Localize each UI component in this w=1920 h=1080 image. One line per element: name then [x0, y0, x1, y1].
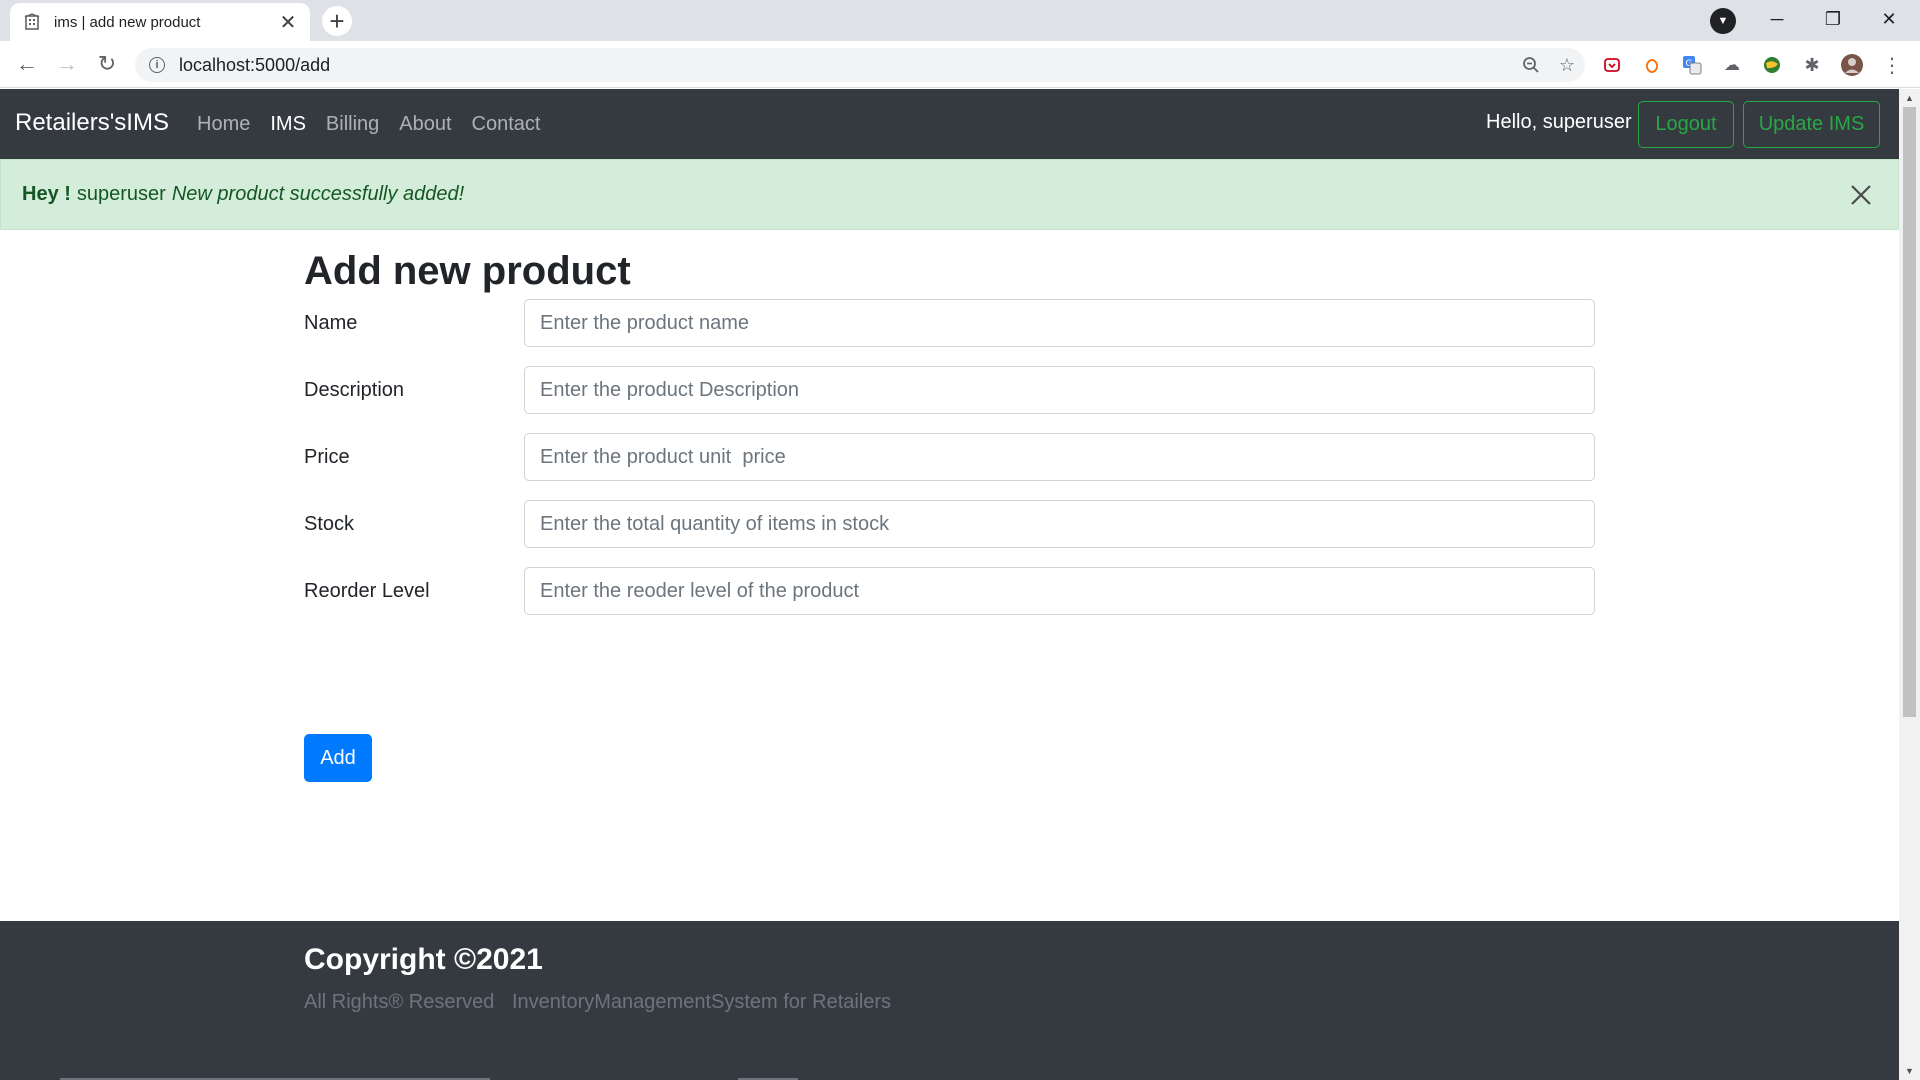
- navbar-brand[interactable]: Retailers'sIMS: [15, 109, 169, 137]
- nav-link-billing[interactable]: Billing: [326, 113, 379, 136]
- close-icon[interactable]: [1846, 180, 1876, 210]
- form-row-stock: Stock: [304, 500, 1595, 548]
- reload-icon[interactable]: ↻: [92, 49, 122, 79]
- page-viewport: Retailers'sIMS Home IMS Billing About Co…: [0, 89, 1899, 1080]
- reorder-level-field[interactable]: [524, 567, 1595, 615]
- page-title: Add new product: [304, 249, 631, 293]
- restore-button[interactable]: ❐: [1810, 4, 1856, 34]
- tab-close-icon[interactable]: ✕: [278, 10, 298, 35]
- pocket-extension-icon[interactable]: [1600, 53, 1624, 77]
- arrow-left-icon[interactable]: ←: [12, 49, 42, 79]
- kebab-menu-icon[interactable]: ⋮: [1880, 53, 1904, 77]
- new-tab-button[interactable]: +: [322, 6, 352, 36]
- alert-hey: Hey !: [22, 183, 71, 205]
- building-icon: [22, 12, 42, 32]
- globe-extension-icon[interactable]: [1760, 53, 1784, 77]
- scroll-down-arrow-icon[interactable]: ▼: [1903, 1064, 1916, 1078]
- browser-tab[interactable]: ims | add new product ✕: [10, 3, 310, 41]
- tab-title: ims | add new product: [54, 13, 201, 31]
- footer-copyright: Copyright ©2021: [304, 943, 543, 976]
- price-label: Price: [304, 446, 350, 468]
- info-icon[interactable]: i: [149, 57, 165, 73]
- nav-link-ims[interactable]: IMS: [270, 113, 306, 136]
- scroll-up-arrow-icon[interactable]: ▲: [1903, 91, 1916, 105]
- nav-link-home[interactable]: Home: [197, 113, 250, 136]
- arrow-right-icon[interactable]: →: [52, 49, 82, 79]
- honey-extension-icon[interactable]: [1640, 53, 1664, 77]
- form-container: Add new product Name Description Price S…: [304, 249, 1595, 782]
- scrollbar-thumb[interactable]: [1903, 107, 1916, 717]
- name-label: Name: [304, 312, 358, 334]
- chevron-down-icon[interactable]: ▼: [1710, 8, 1736, 34]
- logout-button[interactable]: Logout: [1638, 101, 1734, 148]
- alert-user: superuser: [76, 183, 166, 205]
- puzzle-icon[interactable]: ✱: [1800, 53, 1824, 77]
- success-alert: Hey ! superuser New product successfully…: [0, 159, 1899, 230]
- footer-tagline: InventoryManagementSystem for Retailers: [512, 991, 892, 1013]
- user-greeting: Hello, superuser: [1486, 111, 1632, 133]
- minimize-button[interactable]: ─: [1754, 4, 1800, 34]
- stock-label: Stock: [304, 513, 355, 535]
- site-navbar: Retailers'sIMS Home IMS Billing About Co…: [0, 89, 1899, 159]
- footer-rights: All Rights® Reserved: [304, 991, 495, 1013]
- nav-links: Home IMS Billing About Contact: [197, 113, 560, 136]
- address-bar[interactable]: i localhost:5000/add ☆: [135, 48, 1585, 82]
- site-footer: Copyright ©2021 All Rights® Reserved Inv…: [0, 921, 1899, 1080]
- name-field[interactable]: [524, 299, 1595, 347]
- browser-toolbar: ← → ↻ i localhost:5000/add ☆ G ☁ ✱ ⋮: [0, 41, 1920, 88]
- zoom-icon[interactable]: [1513, 48, 1549, 82]
- translate-extension-icon[interactable]: G: [1680, 53, 1704, 77]
- nav-link-about[interactable]: About: [399, 113, 451, 136]
- browser-tabstrip: ims | add new product ✕ + ▼ ─ ❐ ✕: [0, 0, 1920, 41]
- close-window-button[interactable]: ✕: [1866, 4, 1912, 34]
- form-row-name: Name: [304, 299, 1595, 347]
- add-button[interactable]: Add: [304, 734, 372, 782]
- update-ims-button[interactable]: Update IMS: [1743, 101, 1880, 148]
- url-text[interactable]: localhost:5000/add: [179, 55, 1513, 76]
- nav-link-contact[interactable]: Contact: [472, 113, 541, 136]
- alert-message: New product successfully added!: [171, 183, 465, 205]
- avatar[interactable]: [1840, 53, 1864, 77]
- stock-field[interactable]: [524, 500, 1595, 548]
- description-field[interactable]: [524, 366, 1595, 414]
- reorder-level-label: Reorder Level: [304, 580, 430, 602]
- page-scrollbar[interactable]: ▲ ▼: [1899, 89, 1920, 1080]
- star-icon[interactable]: ☆: [1549, 48, 1585, 82]
- cloud-extension-icon[interactable]: ☁: [1720, 53, 1744, 77]
- description-label: Description: [304, 379, 405, 401]
- price-field[interactable]: [524, 433, 1595, 481]
- form-row-reorder-level: Reorder Level: [304, 567, 1595, 615]
- form-row-description: Description: [304, 366, 1595, 414]
- form-row-price: Price: [304, 433, 1595, 481]
